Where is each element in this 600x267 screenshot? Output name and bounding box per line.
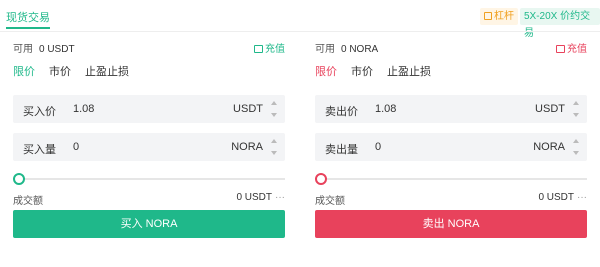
slider-handle[interactable] (315, 173, 327, 185)
recharge-icon (556, 45, 565, 53)
stepper-icon[interactable] (271, 99, 279, 119)
buy-panel: 可用 0 USDT 充值 限价 市价 止盈止损 买入价 1.08 USDT 买入量 0… (0, 32, 285, 267)
amount-row: 成交额 0 USDT ··· (315, 192, 587, 207)
amount-label: 成交额 (13, 196, 43, 207)
price-unit: USDT (535, 103, 565, 115)
slider-track[interactable] (19, 178, 285, 180)
sell-percent-slider[interactable] (315, 173, 587, 185)
available-value: 0 NORA (341, 44, 379, 55)
amount-value-wrap: 0 USDT ··· (538, 192, 587, 203)
quantity-unit: NORA (533, 141, 565, 153)
slider-track[interactable] (321, 178, 587, 180)
amount-value: 0 USDT (236, 192, 272, 203)
sell-button[interactable]: 卖出 NORA (315, 210, 587, 238)
buy-quantity-field[interactable]: 买入量 0 NORA (13, 133, 285, 161)
tab-limit[interactable]: 限价 (13, 66, 35, 78)
stepper-down-icon[interactable] (271, 151, 277, 155)
sell-quantity-input[interactable]: 0 (375, 141, 515, 153)
quantity-label: 卖出量 (325, 144, 358, 156)
price-label: 卖出价 (325, 106, 358, 118)
tab-market[interactable]: 市价 (351, 66, 373, 78)
leverage-icon (484, 12, 492, 20)
stepper-down-icon[interactable] (271, 113, 277, 117)
buy-percent-slider[interactable] (13, 173, 285, 185)
recharge-button[interactable]: 充值 (254, 40, 285, 55)
amount-suffix: ··· (275, 192, 285, 203)
recharge-label: 充值 (265, 44, 285, 55)
recharge-label: 充值 (567, 44, 587, 55)
tab-market[interactable]: 市价 (49, 66, 71, 78)
slider-handle[interactable] (13, 173, 25, 185)
quantity-label: 买入量 (23, 144, 56, 156)
buy-quantity-input[interactable]: 0 (73, 141, 213, 153)
available-label: 可用 (315, 44, 335, 55)
available-value: 0 USDT (39, 44, 75, 55)
tab-stop-limit[interactable]: 止盈止损 (85, 66, 129, 78)
buy-price-field[interactable]: 买入价 1.08 USDT (13, 95, 285, 123)
stepper-up-icon[interactable] (271, 101, 277, 105)
recharge-button[interactable]: 充值 (556, 40, 587, 55)
buy-button[interactable]: 买入 NORA (13, 210, 285, 238)
buy-price-input[interactable]: 1.08 (73, 103, 213, 115)
stepper-up-icon[interactable] (271, 139, 277, 143)
available-label: 可用 (13, 44, 33, 55)
available-row: 可用 0 USDT 充值 (13, 40, 285, 55)
leverage-badge[interactable]: 杠杆 (480, 8, 518, 25)
available-row: 可用 0 NORA 充值 (315, 40, 587, 55)
leverage-badge-label: 杠杆 (494, 11, 514, 22)
sell-price-field[interactable]: 卖出价 1.08 USDT (315, 95, 587, 123)
top-bar: 现货交易 杠杆 5X-20X 价约交易 (0, 0, 600, 39)
stepper-down-icon[interactable] (573, 113, 579, 117)
amount-value: 0 USDT (538, 192, 574, 203)
tab-spot-trading[interactable]: 现货交易 (6, 9, 50, 25)
stepper-icon[interactable] (573, 99, 581, 119)
tab-limit[interactable]: 限价 (315, 66, 337, 78)
recharge-icon (254, 45, 263, 53)
order-type-tabs: 限价 市价 止盈止损 (13, 63, 143, 79)
amount-row: 成交额 0 USDT ··· (13, 192, 285, 207)
leverage-promo-link[interactable]: 5X-20X 价约交易 (520, 8, 600, 39)
active-tab-indicator (6, 27, 50, 29)
amount-suffix: ··· (577, 192, 587, 203)
order-type-tabs: 限价 市价 止盈止损 (315, 63, 445, 79)
amount-label: 成交额 (315, 196, 345, 207)
price-label: 买入价 (23, 106, 56, 118)
tab-stop-limit[interactable]: 止盈止损 (387, 66, 431, 78)
stepper-up-icon[interactable] (573, 101, 579, 105)
sell-quantity-field[interactable]: 卖出量 0 NORA (315, 133, 587, 161)
amount-value-wrap: 0 USDT ··· (236, 192, 285, 203)
sell-price-input[interactable]: 1.08 (375, 103, 515, 115)
stepper-down-icon[interactable] (573, 151, 579, 155)
sell-panel: 可用 0 NORA 充值 限价 市价 止盈止损 卖出价 1.08 USDT 卖出量 0… (302, 32, 587, 267)
price-unit: USDT (233, 103, 263, 115)
stepper-icon[interactable] (271, 137, 279, 157)
stepper-up-icon[interactable] (573, 139, 579, 143)
stepper-icon[interactable] (573, 137, 581, 157)
quantity-unit: NORA (231, 141, 263, 153)
